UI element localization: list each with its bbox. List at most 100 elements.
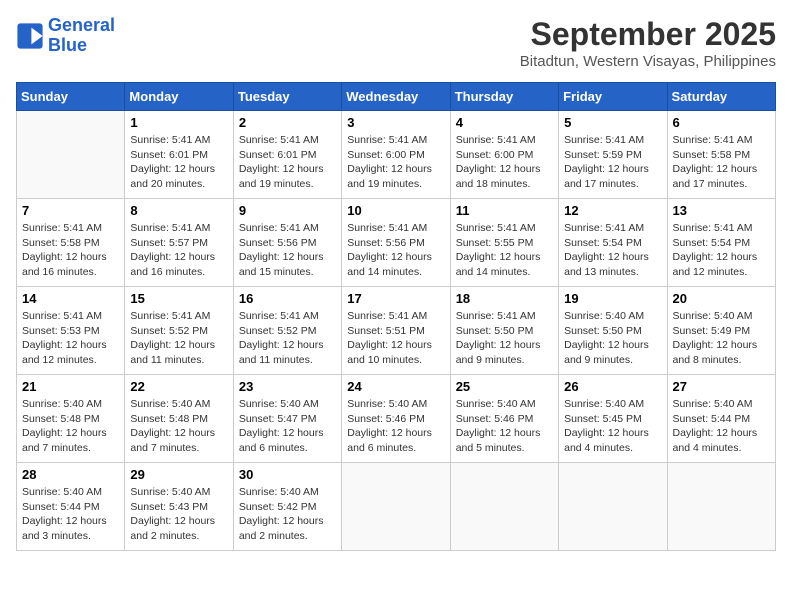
weekday-header-friday: Friday [559, 83, 667, 111]
calendar-cell: 1Sunrise: 5:41 AM Sunset: 6:01 PM Daylig… [125, 111, 233, 199]
logo-line2: Blue [48, 35, 87, 55]
day-number: 4 [456, 115, 553, 130]
day-number: 30 [239, 467, 336, 482]
day-info: Sunrise: 5:40 AM Sunset: 5:46 PM Dayligh… [347, 397, 444, 456]
calendar-cell: 6Sunrise: 5:41 AM Sunset: 5:58 PM Daylig… [667, 111, 775, 199]
day-info: Sunrise: 5:40 AM Sunset: 5:49 PM Dayligh… [673, 309, 770, 368]
day-info: Sunrise: 5:41 AM Sunset: 6:00 PM Dayligh… [347, 133, 444, 192]
calendar-cell: 2Sunrise: 5:41 AM Sunset: 6:01 PM Daylig… [233, 111, 341, 199]
weekday-header-thursday: Thursday [450, 83, 558, 111]
day-number: 5 [564, 115, 661, 130]
calendar-cell: 22 Sunrise: 5:40 AM Sunset: 5:48 PM Dayli… [125, 375, 233, 463]
day-number: 10 [347, 203, 444, 218]
weekday-header-tuesday: Tuesday [233, 83, 341, 111]
weekday-header-row: SundayMondayTuesdayWednesdayThursdayFrid… [17, 83, 776, 111]
calendar-cell: 16 Sunrise: 5:41 AM Sunset: 5:52 PM Dayli… [233, 287, 341, 375]
day-number: 15 [130, 291, 227, 306]
title-block: September 2025 Bitadtun, Western Visayas… [520, 16, 776, 70]
calendar-cell: 10Sunrise: 5:41 AM Sunset: 5:56 PM Dayli… [342, 199, 450, 287]
day-info: Sunrise: 5:40 AM Sunset: 5:45 PM Dayligh… [564, 397, 661, 456]
calendar-cell [17, 111, 125, 199]
day-info: Sunrise: 5:41 AM Sunset: 6:00 PM Dayligh… [456, 133, 553, 192]
calendar-cell: 15 Sunrise: 5:41 AM Sunset: 5:52 PM Dayli… [125, 287, 233, 375]
day-info: Sunrise: 5:41 AM Sunset: 5:55 PM Dayligh… [456, 221, 553, 280]
calendar-cell: 29 Sunrise: 5:40 AM Sunset: 5:43 PM Dayli… [125, 463, 233, 551]
day-number: 11 [456, 203, 553, 218]
day-number: 26 [564, 379, 661, 394]
day-number: 7 [22, 203, 119, 218]
day-number: 25 [456, 379, 553, 394]
day-info: Sunrise: 5:41 AM Sunset: 5:57 PM Dayligh… [130, 221, 227, 280]
day-number: 20 [673, 291, 770, 306]
calendar-cell [450, 463, 558, 551]
day-info: Sunrise: 5:41 AM Sunset: 5:50 PM Dayligh… [456, 309, 553, 368]
calendar-body: 1Sunrise: 5:41 AM Sunset: 6:01 PM Daylig… [17, 111, 776, 551]
logo-icon [16, 22, 44, 50]
day-info: Sunrise: 5:40 AM Sunset: 5:47 PM Dayligh… [239, 397, 336, 456]
day-number: 12 [564, 203, 661, 218]
day-info: Sunrise: 5:40 AM Sunset: 5:44 PM Dayligh… [673, 397, 770, 456]
calendar-cell: 24Sunrise: 5:40 AM Sunset: 5:46 PM Dayli… [342, 375, 450, 463]
day-number: 21 [22, 379, 119, 394]
calendar-cell: 4 Sunrise: 5:41 AM Sunset: 6:00 PM Daylig… [450, 111, 558, 199]
calendar-cell: 25 Sunrise: 5:40 AM Sunset: 5:46 PM Dayli… [450, 375, 558, 463]
calendar-cell: 9 Sunrise: 5:41 AM Sunset: 5:56 PM Daylig… [233, 199, 341, 287]
calendar-week-1: 1Sunrise: 5:41 AM Sunset: 6:01 PM Daylig… [17, 111, 776, 199]
calendar-cell: 30 Sunrise: 5:40 AM Sunset: 5:42 PM Dayli… [233, 463, 341, 551]
day-number: 13 [673, 203, 770, 218]
day-number: 23 [239, 379, 336, 394]
day-info: Sunrise: 5:41 AM Sunset: 5:56 PM Dayligh… [239, 221, 336, 280]
weekday-header-sunday: Sunday [17, 83, 125, 111]
calendar-cell: 5 Sunrise: 5:41 AM Sunset: 5:59 PM Daylig… [559, 111, 667, 199]
calendar-cell: 14Sunrise: 5:41 AM Sunset: 5:53 PM Dayli… [17, 287, 125, 375]
day-info: Sunrise: 5:40 AM Sunset: 5:44 PM Dayligh… [22, 485, 119, 544]
calendar-cell: 27 Sunrise: 5:40 AM Sunset: 5:44 PM Dayli… [667, 375, 775, 463]
day-info: Sunrise: 5:41 AM Sunset: 5:59 PM Dayligh… [564, 133, 661, 192]
calendar-cell: 3 Sunrise: 5:41 AM Sunset: 6:00 PM Daylig… [342, 111, 450, 199]
calendar-cell: 19Sunrise: 5:40 AM Sunset: 5:50 PM Dayli… [559, 287, 667, 375]
day-number: 9 [239, 203, 336, 218]
calendar-cell: 8 Sunrise: 5:41 AM Sunset: 5:57 PM Daylig… [125, 199, 233, 287]
day-number: 22 [130, 379, 227, 394]
calendar-cell: 17Sunrise: 5:41 AM Sunset: 5:51 PM Dayli… [342, 287, 450, 375]
day-info: Sunrise: 5:41 AM Sunset: 5:54 PM Dayligh… [673, 221, 770, 280]
day-info: Sunrise: 5:40 AM Sunset: 5:48 PM Dayligh… [130, 397, 227, 456]
day-info: Sunrise: 5:41 AM Sunset: 5:52 PM Dayligh… [239, 309, 336, 368]
day-number: 28 [22, 467, 119, 482]
calendar-cell: 26 Sunrise: 5:40 AM Sunset: 5:45 PM Dayli… [559, 375, 667, 463]
day-info: Sunrise: 5:41 AM Sunset: 5:54 PM Dayligh… [564, 221, 661, 280]
calendar-cell [667, 463, 775, 551]
calendar-cell [559, 463, 667, 551]
calendar-cell: 21 Sunrise: 5:40 AM Sunset: 5:48 PM Dayli… [17, 375, 125, 463]
day-info: Sunrise: 5:40 AM Sunset: 5:43 PM Dayligh… [130, 485, 227, 544]
weekday-header-wednesday: Wednesday [342, 83, 450, 111]
logo-text: General Blue [48, 16, 115, 56]
day-number: 29 [130, 467, 227, 482]
day-info: Sunrise: 5:40 AM Sunset: 5:48 PM Dayligh… [22, 397, 119, 456]
calendar-cell: 20 Sunrise: 5:40 AM Sunset: 5:49 PM Dayli… [667, 287, 775, 375]
day-info: Sunrise: 5:40 AM Sunset: 5:46 PM Dayligh… [456, 397, 553, 456]
logo: General Blue [16, 16, 115, 56]
day-number: 16 [239, 291, 336, 306]
calendar-cell: 13 Sunrise: 5:41 AM Sunset: 5:54 PM Dayli… [667, 199, 775, 287]
page-header: General Blue September 2025 Bitadtun, We… [16, 16, 776, 70]
calendar-cell: 7Sunrise: 5:41 AM Sunset: 5:58 PM Daylig… [17, 199, 125, 287]
calendar-week-3: 14Sunrise: 5:41 AM Sunset: 5:53 PM Dayli… [17, 287, 776, 375]
day-info: Sunrise: 5:41 AM Sunset: 5:51 PM Dayligh… [347, 309, 444, 368]
day-info: Sunrise: 5:41 AM Sunset: 5:52 PM Dayligh… [130, 309, 227, 368]
month-title: September 2025 [520, 16, 776, 53]
weekday-header-saturday: Saturday [667, 83, 775, 111]
day-number: 8 [130, 203, 227, 218]
day-info: Sunrise: 5:40 AM Sunset: 5:42 PM Dayligh… [239, 485, 336, 544]
calendar-cell: 12 Sunrise: 5:41 AM Sunset: 5:54 PM Dayli… [559, 199, 667, 287]
day-info: Sunrise: 5:41 AM Sunset: 6:01 PM Dayligh… [239, 133, 336, 192]
day-info: Sunrise: 5:40 AM Sunset: 5:50 PM Dayligh… [564, 309, 661, 368]
day-number: 3 [347, 115, 444, 130]
weekday-header-monday: Monday [125, 83, 233, 111]
day-info: Sunrise: 5:41 AM Sunset: 5:53 PM Dayligh… [22, 309, 119, 368]
calendar-cell [342, 463, 450, 551]
day-number: 27 [673, 379, 770, 394]
day-number: 6 [673, 115, 770, 130]
calendar-cell: 23 Sunrise: 5:40 AM Sunset: 5:47 PM Dayli… [233, 375, 341, 463]
day-number: 18 [456, 291, 553, 306]
